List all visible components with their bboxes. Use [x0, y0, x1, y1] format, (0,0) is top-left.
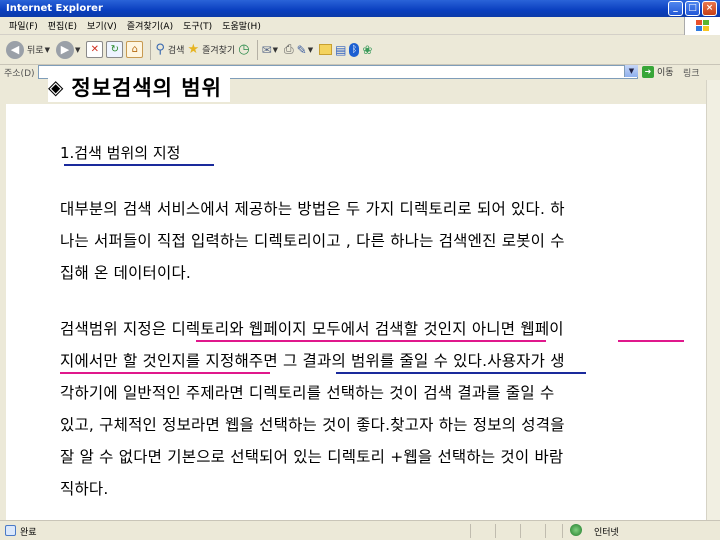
address-label: 주소(D) [4, 69, 35, 79]
research-icon: ▤ [335, 42, 347, 57]
mail-button[interactable]: ✉ ▼ [262, 39, 281, 61]
back-icon: ◀ [6, 40, 24, 59]
slide-title: ◈ 정보검색의 범위 [48, 72, 230, 102]
go-button[interactable]: ➜ 이동 [642, 65, 674, 78]
paragraph1-line2: 나는 서퍼들이 직접 입력하는 디렉토리이고 , 다른 하나는 검색엔진 로봇이… [60, 232, 565, 250]
toolbar-separator [256, 39, 258, 60]
forward-icon: ▶ [55, 40, 74, 59]
section-heading: 1.검색 범위의 지정 [60, 144, 181, 162]
window-controls: _ □ × [668, 1, 717, 16]
maximize-button[interactable]: □ [685, 1, 700, 16]
search-icon: ⚲ [155, 42, 165, 57]
windows-logo [684, 17, 720, 35]
paragraph2-line4: 있고, 구체적인 정보라면 웹을 선택하는 것이 좋다.찾고자 하는 정보의 성… [60, 416, 565, 434]
address-dropdown-icon[interactable]: ▼ [624, 65, 638, 77]
history-button[interactable]: ◷ [238, 39, 249, 61]
forward-dropdown-icon[interactable]: ▼ [75, 46, 80, 54]
paragraph2-line1: 검색범위 지정은 디렉토리와 웹페이지 모두에서 검색할 것인지 아니면 웹페이 [60, 320, 564, 338]
search-button[interactable]: ⚲ 검색 [155, 39, 184, 61]
browser-window: Internet Explorer _ □ × 파일(F) 편집(E) 보기(V… [0, 0, 720, 540]
favorites-button[interactable]: ★ 즐겨찾기 [187, 39, 235, 61]
page-content: 1.검색 범위의 지정 대부분의 검색 서비스에서 제공하는 방법은 두 가지 … [6, 104, 706, 520]
refresh-icon: ↻ [106, 41, 124, 58]
paragraph2-line6: 직하다. [60, 480, 109, 498]
page-done-icon [5, 525, 16, 536]
status-text: 완료 [20, 528, 37, 538]
home-icon: ⌂ [126, 41, 144, 58]
internet-zone-icon [570, 524, 582, 536]
menu-edit[interactable]: 편집(E) [43, 19, 82, 32]
stop-button[interactable]: ✕ [86, 39, 104, 61]
menu-bar: 파일(F) 편집(E) 보기(V) 즐겨찾기(A) 도구(T) 도움말(H) [0, 17, 720, 35]
menu-file[interactable]: 파일(F) [4, 19, 43, 32]
status-pane-divider [562, 524, 563, 538]
mail-icon: ✉ [261, 42, 272, 57]
edit-icon: ✎ [296, 42, 307, 57]
go-arrow-icon: ➜ [642, 65, 654, 78]
favorites-icon: ★ [187, 42, 200, 57]
toolbar: ◀ 뒤로 ▼ ▶ ▼ ✕ ↻ ⌂ ⚲ 검색 ★ 즐겨찾기 ◷ ✉ ▼ ⎙ ✎ ▼… [0, 35, 720, 65]
history-icon: ◷ [238, 42, 250, 57]
back-button[interactable]: ◀ 뒤로 ▼ [6, 39, 53, 61]
print-button[interactable]: ⎙ [284, 39, 294, 61]
edit-button[interactable]: ✎ ▼ [297, 39, 316, 61]
folder-icon [319, 44, 333, 55]
paragraph2-line3: 각하기에 일반적인 주제라면 디렉토리를 선택하는 것이 검색 결과를 줄일 수 [60, 384, 555, 402]
bluetooth-button[interactable]: ᛒ [349, 39, 360, 61]
diamond-bullet-icon: ◈ [48, 75, 64, 99]
windows-flag-icon [696, 20, 710, 32]
menu-view[interactable]: 보기(V) [82, 19, 122, 32]
paragraph2-line5: 잘 알 수 없다면 기본으로 선택되어 있는 디렉토리 +웹을 선택하는 것이 … [60, 448, 564, 466]
minimize-button[interactable]: _ [668, 1, 683, 16]
status-pane-divider [470, 524, 471, 538]
vertical-scrollbar[interactable] [706, 80, 720, 520]
paragraph1-line3: 집해 온 데이터이다. [60, 264, 192, 282]
heading-underline [64, 164, 214, 166]
status-pane-divider [520, 524, 521, 538]
refresh-button[interactable]: ↻ [106, 39, 124, 61]
paragraph1-line1: 대부분의 검색 서비스에서 제공하는 방법은 두 가지 디렉토리로 되어 있다.… [60, 200, 565, 218]
edit-dropdown-icon[interactable]: ▼ [308, 46, 313, 54]
highlight-underline [196, 340, 546, 342]
menu-help[interactable]: 도움말(H) [217, 19, 266, 32]
bluetooth-icon: ᛒ [349, 42, 360, 57]
paragraph2-line2: 지에서만 할 것인지를 지정해주면 그 결과의 범위를 줄일 수 있다.사용자가… [60, 352, 565, 370]
folder-button[interactable] [319, 39, 333, 61]
mail-dropdown-icon[interactable]: ▼ [273, 46, 278, 54]
menu-favorites[interactable]: 즐겨찾기(A) [122, 19, 178, 32]
home-button[interactable]: ⌂ [126, 39, 144, 61]
status-pane-divider [545, 524, 546, 538]
highlight-underline [336, 372, 586, 374]
highlight-underline [60, 372, 270, 374]
highlight-underline [618, 340, 684, 342]
messenger-icon: ❀ [362, 42, 373, 57]
status-bar: 완료 인터넷 [0, 520, 720, 540]
zone-text: 인터넷 [594, 528, 619, 538]
forward-button[interactable]: ▶ ▼ [55, 39, 83, 61]
status-pane-divider [495, 524, 496, 538]
title-bar[interactable]: Internet Explorer _ □ × [0, 0, 720, 17]
research-button[interactable]: ▤ [335, 39, 346, 61]
back-label: 뒤로 [27, 46, 44, 56]
back-dropdown-icon[interactable]: ▼ [45, 46, 50, 54]
stop-icon: ✕ [86, 41, 104, 58]
links-button[interactable]: 링크 [683, 66, 700, 79]
favorites-label: 즐겨찾기 [202, 46, 236, 56]
print-icon: ⎙ [284, 42, 294, 56]
window-title: Internet Explorer [6, 3, 103, 14]
menu-tools[interactable]: 도구(T) [178, 19, 217, 32]
search-label: 검색 [167, 46, 185, 56]
toolbar-separator [150, 39, 152, 60]
messenger-button[interactable]: ❀ [362, 39, 372, 61]
go-label: 이동 [657, 68, 674, 78]
close-button[interactable]: × [702, 1, 717, 16]
slide-title-text: 정보검색의 범위 [71, 76, 222, 100]
